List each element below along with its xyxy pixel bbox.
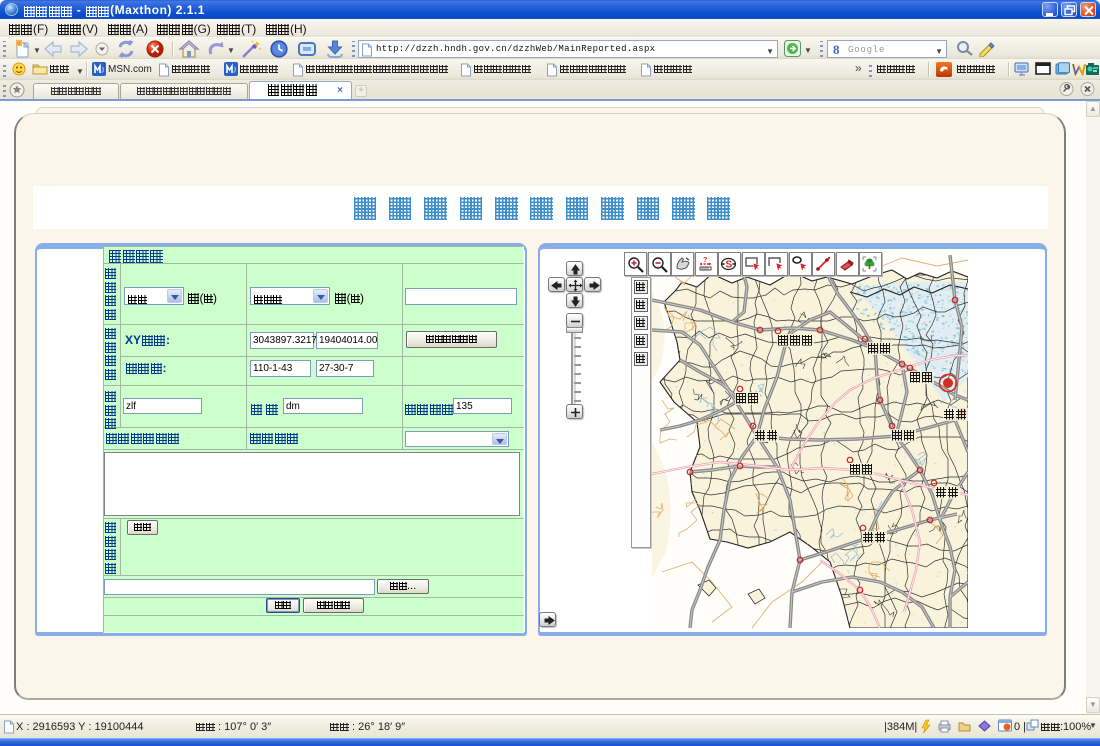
svg-text:?: ?: [703, 257, 707, 264]
svg-text:S: S: [726, 260, 733, 271]
